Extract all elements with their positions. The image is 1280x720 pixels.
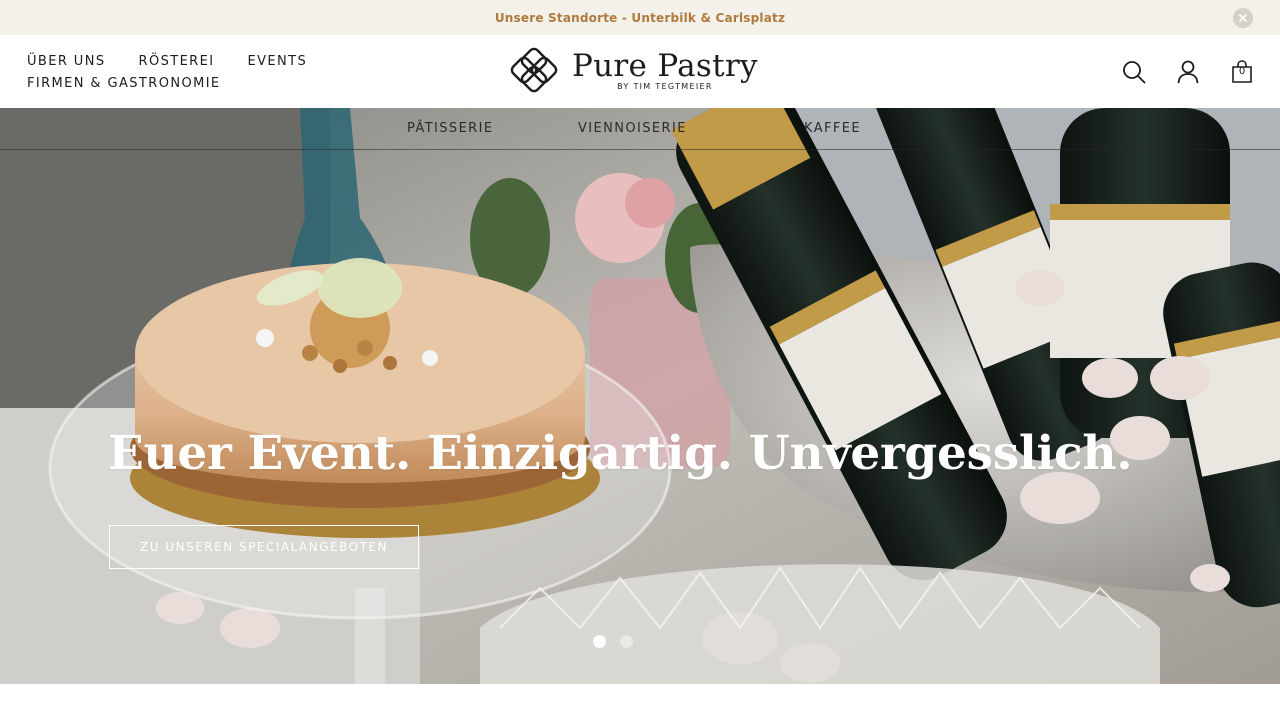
site-header: ÜBER UNS RÖSTEREI EVENTS FIRMEN & GASTRO… bbox=[0, 35, 1280, 108]
logo[interactable]: Pure Pastry BY TIM TEGTMEIER bbox=[510, 47, 758, 93]
subnav-item-viennoiserie[interactable]: VIENNOISERIE bbox=[578, 121, 687, 136]
specials-cta-button[interactable]: ZU UNSEREN SPECIALANGEBOTEN bbox=[109, 525, 419, 569]
cart-count: 0 bbox=[1238, 66, 1246, 77]
main-nav-row-2: FIRMEN & GASTRONOMIE bbox=[27, 73, 387, 95]
nav-item-firmen-gastronomie[interactable]: FIRMEN & GASTRONOMIE bbox=[27, 73, 221, 95]
close-icon[interactable] bbox=[1233, 8, 1253, 28]
subnav-item-patisserie[interactable]: PÂTISSERIE bbox=[407, 121, 493, 136]
hero-title: Euer Event. Einzigartig. Unvergesslich. bbox=[108, 426, 1133, 481]
subnav-item-kaffee[interactable]: KAFFEE bbox=[804, 121, 861, 136]
nav-item-ueber-uns[interactable]: ÜBER UNS bbox=[27, 51, 106, 73]
logo-text: Pure Pastry BY TIM TEGTMEIER bbox=[572, 49, 758, 91]
nav-item-roesterei[interactable]: RÖSTEREI bbox=[139, 51, 215, 73]
hero-slider: PÂTISSERIE VIENNOISERIE KAFFEE Euer Even… bbox=[0, 108, 1280, 684]
main-nav-row-1: ÜBER UNS RÖSTEREI EVENTS bbox=[27, 51, 387, 73]
announcement-link[interactable]: Unsere Standorte - Unterbilk & Carlsplat… bbox=[495, 11, 785, 25]
slider-dots bbox=[593, 635, 633, 648]
header-actions: 0 bbox=[1121, 59, 1255, 85]
hero-photo-cake-and-champagne bbox=[0, 108, 1280, 684]
logo-subtitle: BY TIM TEGTMEIER bbox=[617, 82, 713, 91]
search-icon[interactable] bbox=[1121, 59, 1147, 85]
announcement-bar: Unsere Standorte - Unterbilk & Carlsplat… bbox=[0, 0, 1280, 35]
category-subnav: PÂTISSERIE VIENNOISERIE KAFFEE bbox=[0, 108, 1280, 150]
main-nav: ÜBER UNS RÖSTEREI EVENTS FIRMEN & GASTRO… bbox=[27, 51, 387, 95]
user-icon[interactable] bbox=[1175, 59, 1201, 85]
knot-logo-icon bbox=[510, 47, 558, 93]
slider-dot-2[interactable] bbox=[620, 635, 633, 648]
nav-item-events[interactable]: EVENTS bbox=[247, 51, 307, 73]
cart-icon[interactable]: 0 bbox=[1229, 59, 1255, 85]
logo-name: Pure Pastry bbox=[572, 48, 758, 84]
slider-dot-1[interactable] bbox=[593, 635, 606, 648]
